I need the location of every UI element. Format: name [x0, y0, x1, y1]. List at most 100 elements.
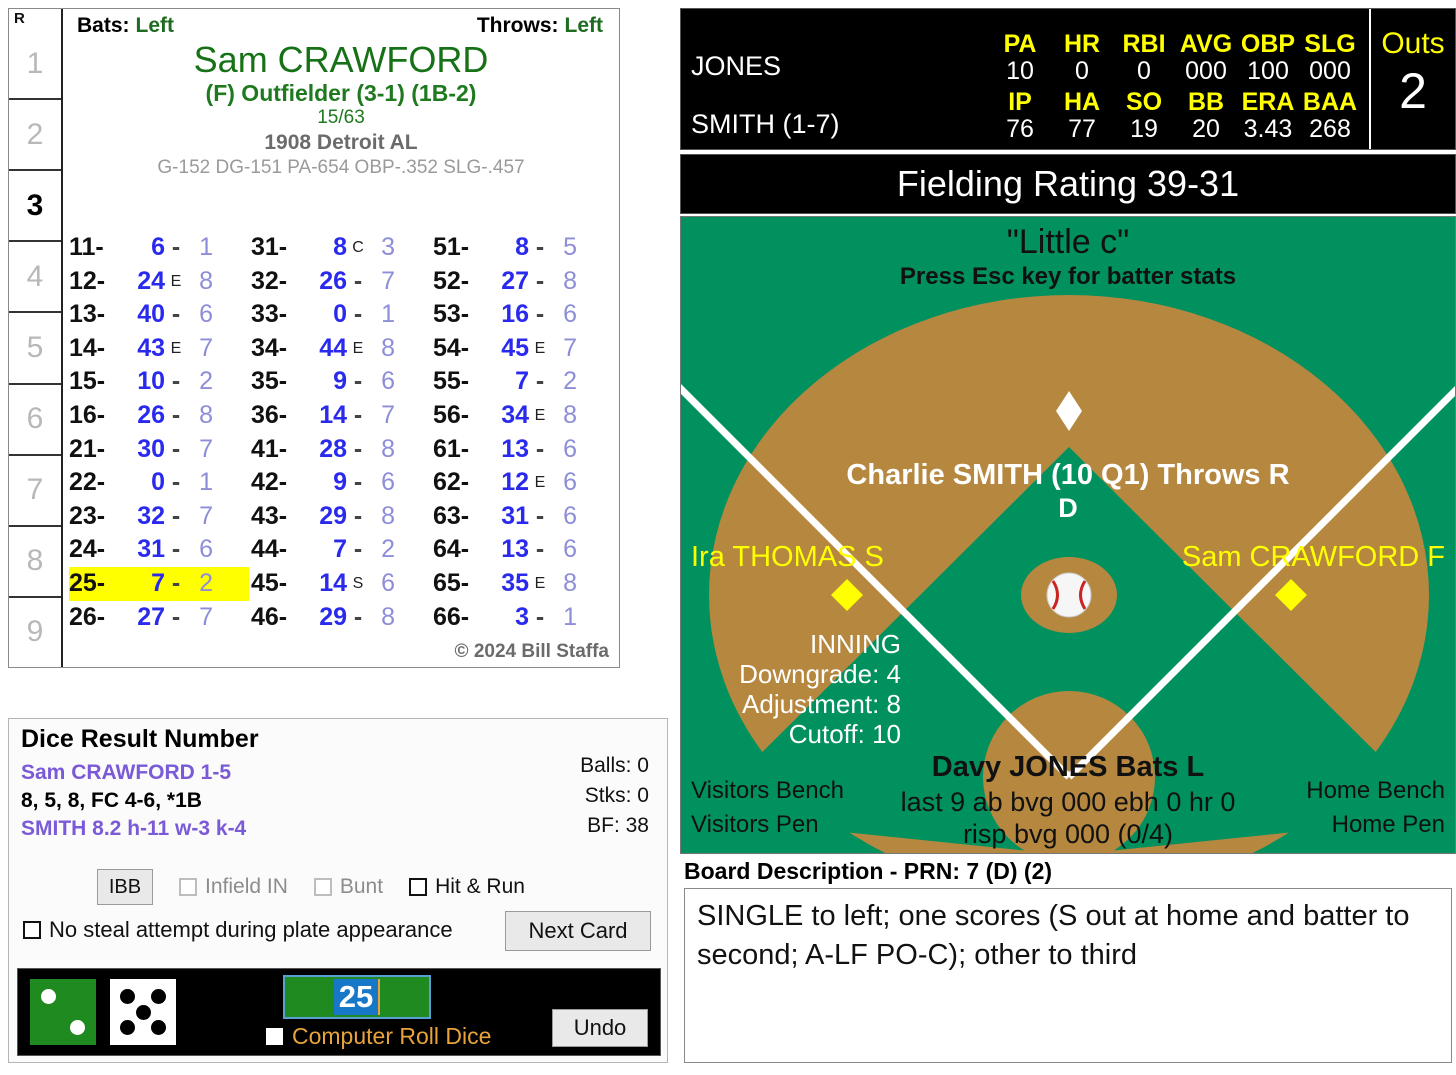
dice-grid-row[interactable]: 26- 27-7 [69, 601, 249, 635]
fielder-number: 8 [199, 266, 213, 295]
no-steal-checkbox-group[interactable]: No steal attempt during plate appearance [23, 917, 453, 943]
result-number: 13 [501, 535, 529, 564]
dice-grid-row[interactable]: 66- 3-1 [433, 601, 613, 635]
dice-grid-row[interactable]: 35- 9-6 [251, 365, 431, 399]
ibb-button[interactable]: IBB [97, 869, 153, 905]
pitcher-header-era: ERA [1241, 88, 1295, 116]
dice-key: 35- [251, 367, 288, 396]
dice-grid-row[interactable]: 41- 28-8 [251, 433, 431, 467]
result-modifier: - [171, 233, 181, 261]
player-card-body: Bats: Left Throws: Left Sam CRAWFORD (F) O… [63, 9, 619, 667]
dice-grid-row[interactable]: 13- 40-6 [69, 298, 249, 332]
white-die[interactable] [110, 979, 176, 1045]
dice-grid-row[interactable]: 15- 10-2 [69, 365, 249, 399]
dice-grid-row[interactable]: 22- 0-1 [69, 466, 249, 500]
dice-grid-row[interactable]: 21- 30-7 [69, 433, 249, 467]
dice-grid-row[interactable]: 55- 7-2 [433, 365, 613, 399]
dice-grid-row[interactable]: 31- 8 C 3 [251, 231, 431, 265]
result-number: 7 [333, 535, 347, 564]
left-column: R 1 2 3 4 5 6 7 8 9 Bats: Left Throws: L… [0, 0, 676, 1075]
infield-in-label: Infield IN [205, 875, 288, 898]
result-modifier: S [352, 574, 364, 592]
dice-grid-row[interactable]: 45- 14 S 6 [251, 567, 431, 601]
inning-cell-4[interactable]: 4 [9, 242, 61, 314]
undo-button[interactable]: Undo [552, 1009, 648, 1047]
dice-grid-row[interactable]: 54- 45 E 7 [433, 332, 613, 366]
dice-grid-row[interactable]: 61- 13-6 [433, 433, 613, 467]
inning-cell-3[interactable]: 3 [9, 171, 61, 243]
inning-info-title: INNING [810, 629, 901, 659]
dice-grid-row[interactable]: 11- 6-1 [69, 231, 249, 265]
result-number: 28 [319, 434, 347, 463]
result-number: 26 [319, 266, 347, 295]
dice-grid-row[interactable]: 52- 27-8 [433, 265, 613, 299]
bunt-checkbox-group[interactable]: Bunt [313, 875, 383, 899]
dice-grid-row-active[interactable]: 25- 7-2 [69, 566, 249, 601]
dice-grid-row[interactable]: 53- 16-6 [433, 298, 613, 332]
infield-in-checkbox[interactable] [179, 878, 197, 896]
pitcher-col-ha: HA 77 [1051, 89, 1113, 143]
computer-roll-dice-group[interactable]: Computer Roll Dice [266, 1023, 491, 1050]
result-modifier: - [171, 434, 181, 463]
left-fielder-label[interactable]: Ira THOMAS S [691, 541, 884, 574]
inning-cell-9[interactable]: 9 [9, 598, 61, 667]
result-modifier: - [353, 266, 363, 295]
dice-grid-row[interactable]: 64- 13-6 [433, 533, 613, 567]
dice-result-number-panel: Dice Result Number Sam CRAWFORD 1-5 8, 5… [8, 718, 668, 1063]
field-diagram[interactable]: "Little c" Press Esc key for batter stat… [680, 216, 1456, 854]
dice-grid-row[interactable]: 56- 34 E 8 [433, 399, 613, 433]
dice-grid-row[interactable]: 33- 0-1 [251, 298, 431, 332]
dice-grid-row[interactable]: 14- 43 E 7 [69, 332, 249, 366]
result-modifier: - [171, 501, 181, 530]
bats-group: Bats: Left [77, 14, 174, 38]
dice-grid-row[interactable]: 65- 35 E 8 [433, 567, 613, 601]
home-bench-link[interactable]: Home Bench [1306, 777, 1445, 805]
right-fielder-label[interactable]: Sam CRAWFORD F [1182, 541, 1445, 574]
result-number: 29 [319, 501, 347, 530]
dice-key: 44- [251, 535, 288, 564]
dice-grid-row[interactable]: 32- 26-7 [251, 265, 431, 299]
green-die[interactable] [30, 979, 96, 1045]
computer-roll-dice-checkbox[interactable] [266, 1028, 283, 1045]
pitcher-header-ha: HA [1063, 88, 1101, 116]
result-modifier: - [171, 568, 181, 597]
dice-grid-row[interactable]: 62- 12 E 6 [433, 466, 613, 500]
copyright-notice: © 2024 Bill Staffa [454, 641, 609, 662]
no-steal-checkbox[interactable] [23, 921, 41, 939]
visitors-bench-link[interactable]: Visitors Bench [691, 777, 844, 805]
hit-and-run-checkbox-group[interactable]: Hit & Run [409, 875, 525, 899]
inning-cell-5[interactable]: 5 [9, 313, 61, 385]
dice-grid-row[interactable]: 23- 32-7 [69, 500, 249, 534]
dice-grid-row[interactable]: 46- 29-8 [251, 601, 431, 635]
inning-rail: R 1 2 3 4 5 6 7 8 9 [9, 9, 63, 667]
inning-cell-2[interactable]: 2 [9, 100, 61, 172]
dice-grid-row[interactable]: 16- 26-8 [69, 399, 249, 433]
inning-cell-1[interactable]: 1 [9, 29, 61, 101]
pitcher-value-baa: 268 [1309, 115, 1351, 143]
dice-key: 51- [433, 233, 470, 261]
dice-grid-row[interactable]: 12- 24 E 8 [69, 265, 249, 299]
dice-grid-row[interactable]: 63- 31-6 [433, 500, 613, 534]
hit-and-run-checkbox[interactable] [409, 878, 428, 896]
dice-grid-row[interactable]: 51- 8-5 [433, 231, 613, 265]
inning-cell-6[interactable]: 6 [9, 385, 61, 456]
next-card-button[interactable]: Next Card [505, 911, 651, 951]
adjustment-value: Adjustment: 8 [742, 689, 901, 719]
bunt-checkbox[interactable] [313, 878, 332, 896]
inning-cell-7[interactable]: 7 [9, 456, 61, 527]
dice-grid-row[interactable]: 42- 9-6 [251, 466, 431, 500]
dice-grid-row[interactable]: 34- 44 E 8 [251, 332, 431, 366]
dice-grid-row[interactable]: 43- 29-8 [251, 500, 431, 534]
dice-grid-row[interactable]: 24- 31-6 [69, 533, 249, 567]
batter-value-rbi: 0 [1137, 57, 1151, 85]
batter-header-slg: SLG [1304, 30, 1356, 58]
pitcher-value-ip: 76 [1006, 115, 1034, 143]
dice-grid-row[interactable]: 36- 14-7 [251, 399, 431, 433]
pitcher-col-so: SO 19 [1113, 89, 1175, 143]
inning-cell-8[interactable]: 8 [9, 527, 61, 598]
home-pen-link[interactable]: Home Pen [1332, 811, 1445, 839]
result-number: 14 [319, 568, 347, 597]
visitors-pen-link[interactable]: Visitors Pen [691, 811, 819, 839]
dice-grid-row[interactable]: 44- 7-2 [251, 533, 431, 567]
infield-in-checkbox-group[interactable]: Infield IN [179, 875, 288, 899]
